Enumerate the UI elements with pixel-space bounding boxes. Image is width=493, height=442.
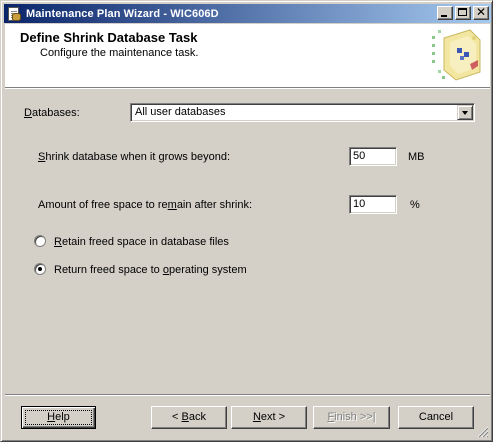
maximize-button[interactable] [455, 6, 471, 20]
back-button[interactable]: < Back [151, 406, 227, 429]
focus-rect [25, 410, 92, 425]
next-button[interactable]: Next > [231, 406, 307, 429]
window-title: Maintenance Plan Wizard - WIC606D [26, 7, 219, 20]
wizard-header: Define Shrink Database Task Configure th… [5, 24, 490, 87]
chevron-down-icon [462, 111, 468, 115]
page-title: Define Shrink Database Task [20, 30, 198, 45]
databases-label: Databases: [24, 107, 80, 119]
retain-space-radio[interactable] [34, 235, 46, 247]
shrink-beyond-label: Shrink database when it grows beyond: [38, 151, 231, 163]
free-space-input[interactable]: 10 [349, 195, 397, 214]
close-icon: ✕ [475, 5, 487, 19]
maximize-icon [458, 8, 467, 16]
close-button[interactable]: ✕ [473, 5, 489, 20]
return-space-radio[interactable] [34, 263, 46, 275]
page-subtitle: Configure the maintenance task. [40, 47, 199, 59]
shrink-beyond-unit: MB [408, 151, 425, 163]
cancel-button[interactable]: Cancel [398, 406, 474, 429]
free-space-unit: % [410, 199, 420, 211]
title-bar[interactable]: Maintenance Plan Wizard - WIC606D ✕ [4, 4, 491, 23]
header-divider [5, 87, 490, 89]
window-controls: ✕ [437, 5, 489, 20]
return-space-label[interactable]: Return freed space to operating system [54, 264, 247, 276]
app-icon[interactable] [6, 6, 22, 22]
radio-selected-dot [38, 267, 42, 271]
minimize-button[interactable] [437, 6, 453, 20]
databases-value: All user databases [135, 106, 226, 118]
free-space-label: Amount of free space to remain after shr… [38, 199, 253, 211]
shrink-beyond-input[interactable]: 50 [349, 147, 397, 166]
minimize-icon [441, 15, 447, 17]
resize-grip-icon[interactable] [477, 426, 489, 438]
footer-divider [5, 394, 490, 396]
retain-space-label[interactable]: Retain freed space in database files [54, 236, 229, 248]
wizard-window: Maintenance Plan Wizard - WIC606D ✕ Defi… [0, 0, 493, 442]
finish-button[interactable]: Finish >>| [313, 406, 390, 429]
databases-dropdown[interactable]: All user databases [130, 103, 475, 122]
help-button[interactable]: Help [21, 406, 96, 429]
databases-dropdown-button[interactable] [457, 105, 473, 120]
wizard-graphic-icon [432, 29, 481, 81]
